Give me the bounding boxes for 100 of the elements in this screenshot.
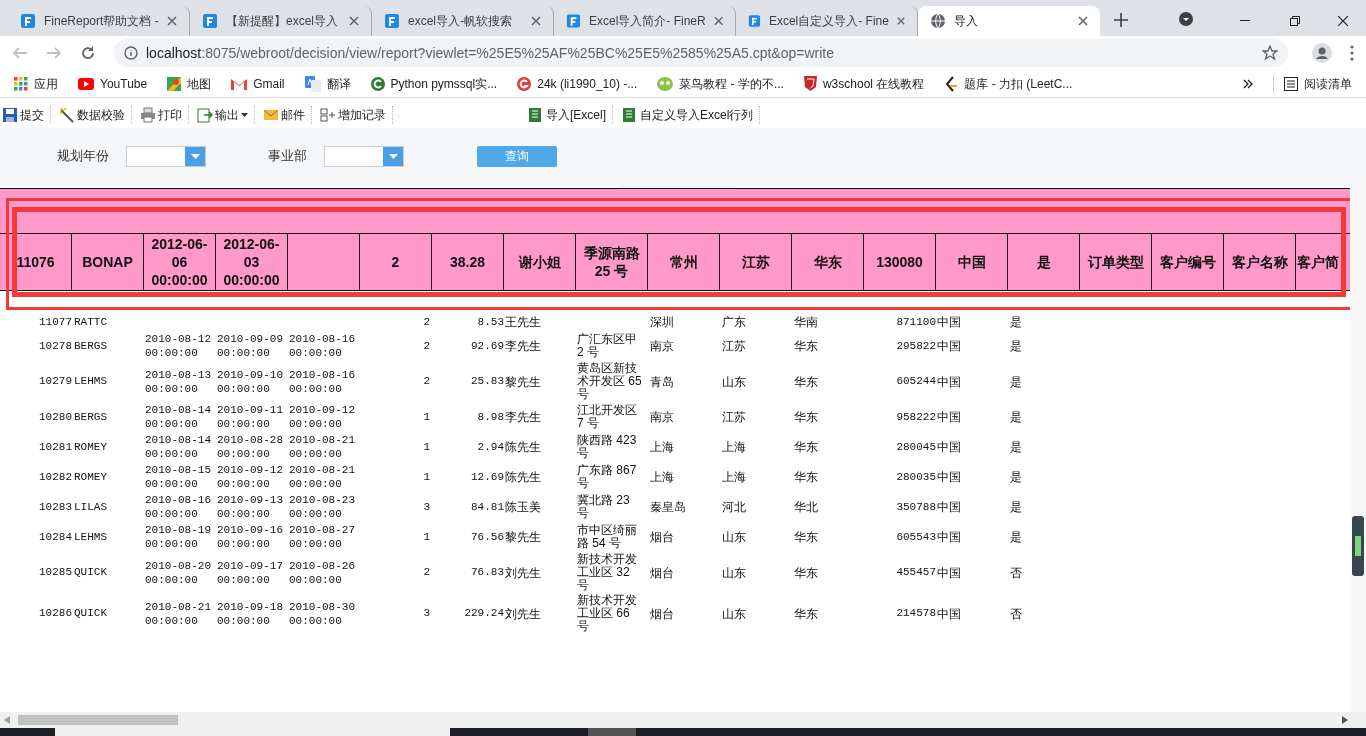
table-cell-text: 否 (1009, 605, 1023, 623)
toolbar-button[interactable]: 导入[Excel] (525, 106, 613, 124)
table-cell-text: 华东 (793, 439, 819, 456)
table-cell-text: 2010-08-21 00:00:00 (144, 599, 212, 628)
table-cell-text: 2010-09-12 00:00:00 (216, 463, 284, 491)
toolbar-button[interactable]: 打印 (138, 106, 189, 124)
wand-icon (59, 107, 75, 123)
table-cell-text: 中国 (936, 373, 962, 391)
table-cell: 客户名称 (1224, 234, 1296, 290)
toolbar-button[interactable]: 提交 (0, 106, 51, 124)
close-icon[interactable] (1078, 16, 1088, 26)
filter-label: 事业部 (268, 147, 307, 166)
toolbar-button[interactable]: 增加记录 (318, 106, 393, 124)
printer-icon (140, 107, 156, 123)
horizontal-scrollbar[interactable] (0, 712, 1366, 728)
table-cell-text: 280035 (895, 469, 936, 485)
restore-icon[interactable] (1290, 16, 1300, 26)
table-cell-text: 华北 (793, 499, 819, 516)
bookmark-link[interactable]: 菜鸟教程 - 学的不... (657, 74, 784, 93)
table-cell-text: 2010-08-30 00:00:00 (288, 599, 356, 628)
table-cell-text: 2010-09-18 00:00:00 (216, 599, 284, 628)
table-cell-text: 广汇东区甲 2 号 (576, 333, 638, 359)
minimize-icon[interactable] (1240, 20, 1250, 22)
bookmark-link[interactable]: 翻译 (304, 74, 351, 93)
document-icon (20, 13, 36, 29)
tab-title: Excel自定义导入- Fine (768, 13, 889, 30)
browser-tab[interactable]: 导入 (918, 6, 1100, 36)
dropdown-field[interactable] (324, 145, 404, 167)
star-icon[interactable] (1262, 45, 1278, 61)
bookmark-link[interactable]: 24k (li1990_10) -... (517, 74, 638, 93)
table-cell: 2 (360, 234, 432, 290)
table-cell-text: 25.83 (470, 374, 504, 390)
table-cell-text: 2010-08-13 00:00:00 (144, 367, 212, 396)
reading-list-button[interactable]: 阅读清单 (1273, 74, 1352, 93)
table-cell-text: 否 (1009, 564, 1023, 582)
table-cell-text: 李先生 (504, 338, 542, 355)
toolbar-button[interactable]: 邮件 (261, 106, 312, 124)
table-cell-text: 是 (1009, 499, 1023, 516)
table-cell-text: 华东 (793, 338, 819, 355)
bird-logo-icon (657, 76, 674, 91)
table-cell: BONAP (72, 234, 144, 290)
bookmark-link[interactable]: Python pymssql实... (370, 74, 498, 93)
table-cell-text: 刘先生 (504, 564, 542, 582)
bookmark-link[interactable]: 应用 (14, 74, 58, 93)
table-cell-text: 华南 (793, 314, 819, 331)
table-cell-text: 11077 (38, 314, 72, 330)
table-cell-text: 10285 (38, 565, 72, 581)
table-cell-text: 1 (422, 529, 431, 545)
table-cell-text: RATTC (73, 314, 108, 330)
table-cell-text: BERGS (73, 338, 108, 354)
new-tab-icon[interactable] (1114, 13, 1128, 27)
table-cell-text: 350788 (895, 499, 936, 515)
toolbar-button[interactable]: 自定义导入Excel行列 (619, 106, 761, 124)
dropdown-field[interactable] (126, 145, 206, 167)
toolbar-button[interactable]: 输出 (195, 106, 255, 124)
table-cell-text: 华东 (793, 605, 819, 623)
bookmark-link[interactable]: Gmail (231, 74, 285, 93)
more-menu-icon[interactable] (1350, 45, 1354, 61)
toolbar-button[interactable]: 数据校验 (57, 106, 132, 124)
bookmark-link[interactable]: w3school 在线教程 (803, 74, 925, 93)
bookmark-link[interactable]: 地图 (167, 74, 212, 93)
reload-icon[interactable] (80, 45, 96, 61)
bracket-logo-icon (944, 75, 959, 92)
table-cell-text: 2010-09-13 00:00:00 (216, 493, 284, 521)
table-cell-text: 2010-08-26 00:00:00 (288, 558, 356, 587)
profile-menu-icon[interactable] (1178, 11, 1194, 27)
table-cell-text: 南京 (649, 338, 675, 355)
table-cell-text: ROMEY (73, 439, 108, 455)
close-icon[interactable] (1338, 16, 1348, 26)
side-widget[interactable] (1352, 516, 1364, 576)
table-cell-text: 烟台 (649, 529, 675, 546)
table-cell-text: 10283 (38, 499, 72, 515)
bookmark-link[interactable]: 题库 - 力扣 (LeetC... (944, 74, 1073, 93)
table-cell-text: 是 (1009, 529, 1023, 546)
bookmark-link[interactable]: YouTube (78, 74, 148, 93)
scrollbar-thumb[interactable] (18, 715, 178, 725)
table-cell-text: 2010-08-21 00:00:00 (288, 463, 356, 491)
right-arrow-icon[interactable] (1342, 716, 1348, 724)
address-bar[interactable]: localhost:8075/webroot/decision/view/report?viewlet=%25E5%25AF%25BC%25E5%2585%25A5.cpt&op=write (114, 39, 1288, 67)
table-cell-text: 3 (422, 499, 431, 515)
table-cell-text: 295822 (895, 338, 936, 354)
chevron-icon[interactable] (1243, 78, 1253, 89)
table-cell: 2012-06-03 00:00:00 (216, 234, 288, 290)
document-icon (384, 13, 400, 29)
table-cell: 中国 (936, 234, 1008, 290)
shield-icon (803, 76, 817, 91)
table-cell: 华东 (792, 234, 864, 290)
table-cell-text: 华东 (793, 529, 819, 546)
table-cell-text: 2 (422, 314, 431, 330)
table-cell-text: 烟台 (649, 605, 675, 623)
translate-icon (304, 75, 321, 92)
table-cell-text: 陈先生 (504, 439, 542, 456)
table-cell-text: 青岛 (649, 373, 675, 391)
table-cell-text: 华东 (793, 409, 819, 426)
table-cell-text: 229.24 (463, 606, 504, 622)
info-icon (124, 46, 138, 60)
vertical-scrollbar[interactable] (1350, 186, 1366, 712)
table-cell-text: 华东 (793, 564, 819, 582)
table-cell-text: 江北开发区 7 号 (576, 404, 638, 430)
avatar-icon[interactable] (1312, 43, 1332, 63)
